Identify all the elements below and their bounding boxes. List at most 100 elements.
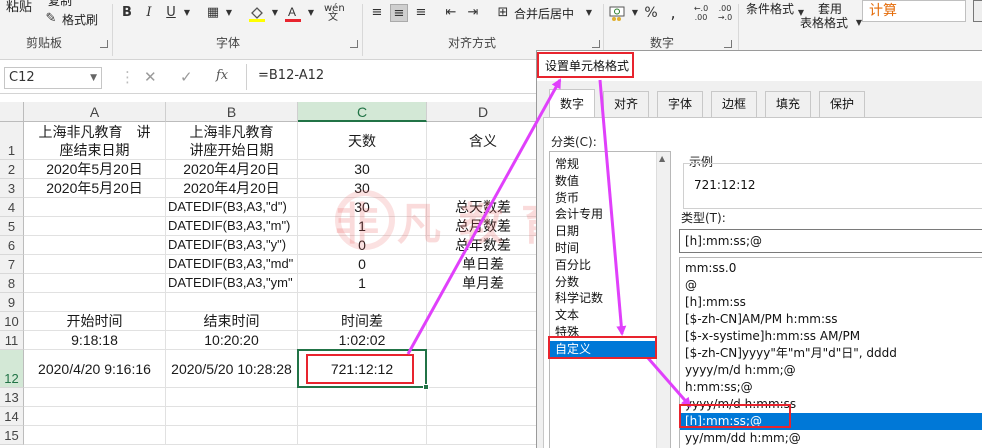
table-cell[interactable] bbox=[298, 426, 427, 445]
type-list[interactable]: mm:ss.0 @ [h]:mm:ss [$-zh-CN]AM/PM h:mm:ss[… bbox=[679, 257, 982, 448]
comma-button[interactable]: , bbox=[664, 4, 682, 22]
tab-border[interactable]: 边框 bbox=[711, 91, 757, 117]
align-right-icon[interactable]: ≡ bbox=[412, 4, 430, 22]
table-cell[interactable]: 30 bbox=[298, 160, 427, 179]
table-cell[interactable]: DATEDIF(B3,A3,"md" bbox=[166, 255, 298, 274]
category-item[interactable]: 文本 bbox=[550, 307, 656, 324]
table-cell[interactable]: 0 bbox=[298, 236, 427, 255]
format-painter-button[interactable]: 格式刷 bbox=[62, 11, 98, 28]
fill-dropdown-icon[interactable]: ▼ bbox=[266, 4, 284, 22]
percent-button[interactable]: % bbox=[642, 4, 660, 22]
table-cell[interactable] bbox=[24, 255, 166, 274]
table-cell[interactable] bbox=[24, 388, 166, 407]
category-item[interactable]: 分数 bbox=[550, 274, 656, 291]
column-header-c[interactable]: C bbox=[298, 102, 427, 122]
number-launcher-icon[interactable] bbox=[724, 40, 732, 48]
column-header-a[interactable]: A bbox=[24, 102, 166, 122]
table-cell[interactable] bbox=[24, 198, 166, 217]
type-item[interactable]: yyyy/m/d h:mm;@ bbox=[680, 362, 982, 379]
type-item[interactable]: yyyy/m/d h:mm:ss bbox=[680, 396, 982, 413]
cancel-icon[interactable]: ✕ bbox=[144, 68, 157, 86]
table-cell[interactable]: 10:20:20 bbox=[166, 331, 298, 350]
table-cell[interactable]: DATEDIF(B3,A3,"ym" bbox=[166, 274, 298, 293]
table-cell[interactable] bbox=[427, 407, 540, 426]
fill-color-icon[interactable] bbox=[248, 4, 266, 22]
table-cell[interactable]: 天数 bbox=[298, 122, 427, 160]
table-cell[interactable] bbox=[166, 293, 298, 312]
table-cell[interactable]: 2020年5月20日 bbox=[24, 179, 166, 198]
border-dropdown-icon[interactable]: ▼ bbox=[220, 4, 238, 22]
category-item[interactable]: 会计专用 bbox=[550, 206, 656, 223]
table-cell[interactable]: 结束时间 bbox=[166, 312, 298, 331]
category-item[interactable]: 时间 bbox=[550, 240, 656, 257]
table-cell[interactable] bbox=[166, 426, 298, 445]
table-cell[interactable]: 2020/4/20 9:16:16 bbox=[24, 350, 166, 388]
table-cell[interactable]: 总年数差 bbox=[427, 236, 540, 255]
table-cell[interactable]: 2020年4月20日 bbox=[166, 160, 298, 179]
italic-button[interactable]: I bbox=[140, 4, 158, 22]
scroll-up-icon[interactable]: ▲ bbox=[659, 154, 665, 163]
row-header[interactable]: 14 bbox=[0, 407, 24, 426]
type-item[interactable]: yy/mm/dd h:mm;@ bbox=[680, 430, 982, 447]
table-cell[interactable]: DATEDIF(B3,A3,"m") bbox=[166, 217, 298, 236]
type-item[interactable]: h:mm:ss;@ bbox=[680, 379, 982, 396]
table-cell[interactable]: DATEDIF(B3,A3,"d") bbox=[166, 198, 298, 217]
table-cell[interactable]: 30 bbox=[298, 198, 427, 217]
row-header[interactable]: 13 bbox=[0, 388, 24, 407]
table-cell[interactable] bbox=[427, 293, 540, 312]
row-header[interactable]: 7 bbox=[0, 255, 24, 274]
merge-center-button[interactable]: 合并后居中 bbox=[514, 5, 574, 22]
row-header[interactable]: 12 bbox=[0, 350, 24, 388]
decrease-decimal-icon[interactable]: .00 →.0 bbox=[716, 4, 734, 22]
category-item[interactable]: 货币 bbox=[550, 190, 656, 207]
conditional-format-button[interactable]: 条件格式 bbox=[746, 0, 794, 17]
table-cell[interactable]: 上海非凡教育 讲座结束日期 bbox=[24, 122, 166, 160]
merge-center-icon[interactable]: ⊞ bbox=[494, 4, 512, 22]
type-item[interactable]: @ bbox=[680, 277, 982, 294]
style-calc[interactable]: 计算 bbox=[862, 0, 966, 22]
table-cell[interactable] bbox=[24, 426, 166, 445]
row-header[interactable]: 9 bbox=[0, 293, 24, 312]
row-header[interactable]: 6 bbox=[0, 236, 24, 255]
type-item[interactable]: [$-x-systime]h:mm:ss AM/PM bbox=[680, 328, 982, 345]
table-cell[interactable] bbox=[298, 407, 427, 426]
decrease-indent-icon[interactable]: ⇤ bbox=[442, 4, 460, 22]
fill-handle[interactable] bbox=[423, 384, 429, 390]
category-item[interactable]: 数值 bbox=[550, 173, 656, 190]
table-cell[interactable]: 单月差 bbox=[427, 274, 540, 293]
table-cell[interactable]: 2020/5/20 10:28:28 bbox=[166, 350, 298, 388]
column-header-d[interactable]: D bbox=[427, 102, 540, 122]
row-header[interactable]: 4 bbox=[0, 198, 24, 217]
category-list[interactable]: ▲ 常规 数值 货币 会计专用 日期 时间 百分比 分数 科学记数 文本 特殊 自定义 bbox=[549, 151, 671, 448]
accounting-format-icon[interactable] bbox=[608, 4, 626, 22]
table-cell[interactable]: 1 bbox=[298, 217, 427, 236]
alignment-launcher-icon[interactable] bbox=[592, 40, 600, 48]
table-format-button[interactable]: 表格格式 bbox=[800, 14, 848, 31]
table-cell[interactable] bbox=[24, 407, 166, 426]
insert-function-button[interactable]: fx bbox=[216, 68, 228, 83]
type-input[interactable]: [h]:mm:ss;@ bbox=[679, 229, 982, 253]
tab-font[interactable]: 字体 bbox=[657, 91, 703, 117]
table-cell[interactable] bbox=[427, 312, 540, 331]
type-item[interactable]: [$-zh-CN]AM/PM h:mm:ss bbox=[680, 311, 982, 328]
row-header[interactable]: 2 bbox=[0, 160, 24, 179]
table-cell[interactable] bbox=[298, 388, 427, 407]
font-color-dropdown-icon[interactable]: ▼ bbox=[302, 4, 320, 22]
table-cell[interactable] bbox=[166, 388, 298, 407]
style-scroll-button[interactable] bbox=[973, 0, 982, 22]
tab-alignment[interactable]: 对齐 bbox=[603, 91, 649, 117]
category-item[interactable]: 常规 bbox=[550, 156, 656, 173]
formula-input[interactable]: =B12-A12 bbox=[258, 68, 324, 83]
row-header[interactable]: 5 bbox=[0, 217, 24, 236]
tab-number[interactable]: 数字 bbox=[549, 89, 595, 117]
column-header-b[interactable]: B bbox=[166, 102, 298, 122]
type-item[interactable]: mm:ss.0 bbox=[680, 260, 982, 277]
increase-indent-icon[interactable]: ⇥ bbox=[464, 4, 482, 22]
table-cell[interactable]: DATEDIF(B3,A3,"y") bbox=[166, 236, 298, 255]
row-header[interactable]: 3 bbox=[0, 179, 24, 198]
chevron-down-icon[interactable]: ▼ bbox=[90, 68, 97, 88]
table-cell[interactable] bbox=[427, 350, 540, 388]
table-cell[interactable] bbox=[427, 331, 540, 350]
table-cell[interactable] bbox=[24, 293, 166, 312]
row-header[interactable]: 8 bbox=[0, 274, 24, 293]
